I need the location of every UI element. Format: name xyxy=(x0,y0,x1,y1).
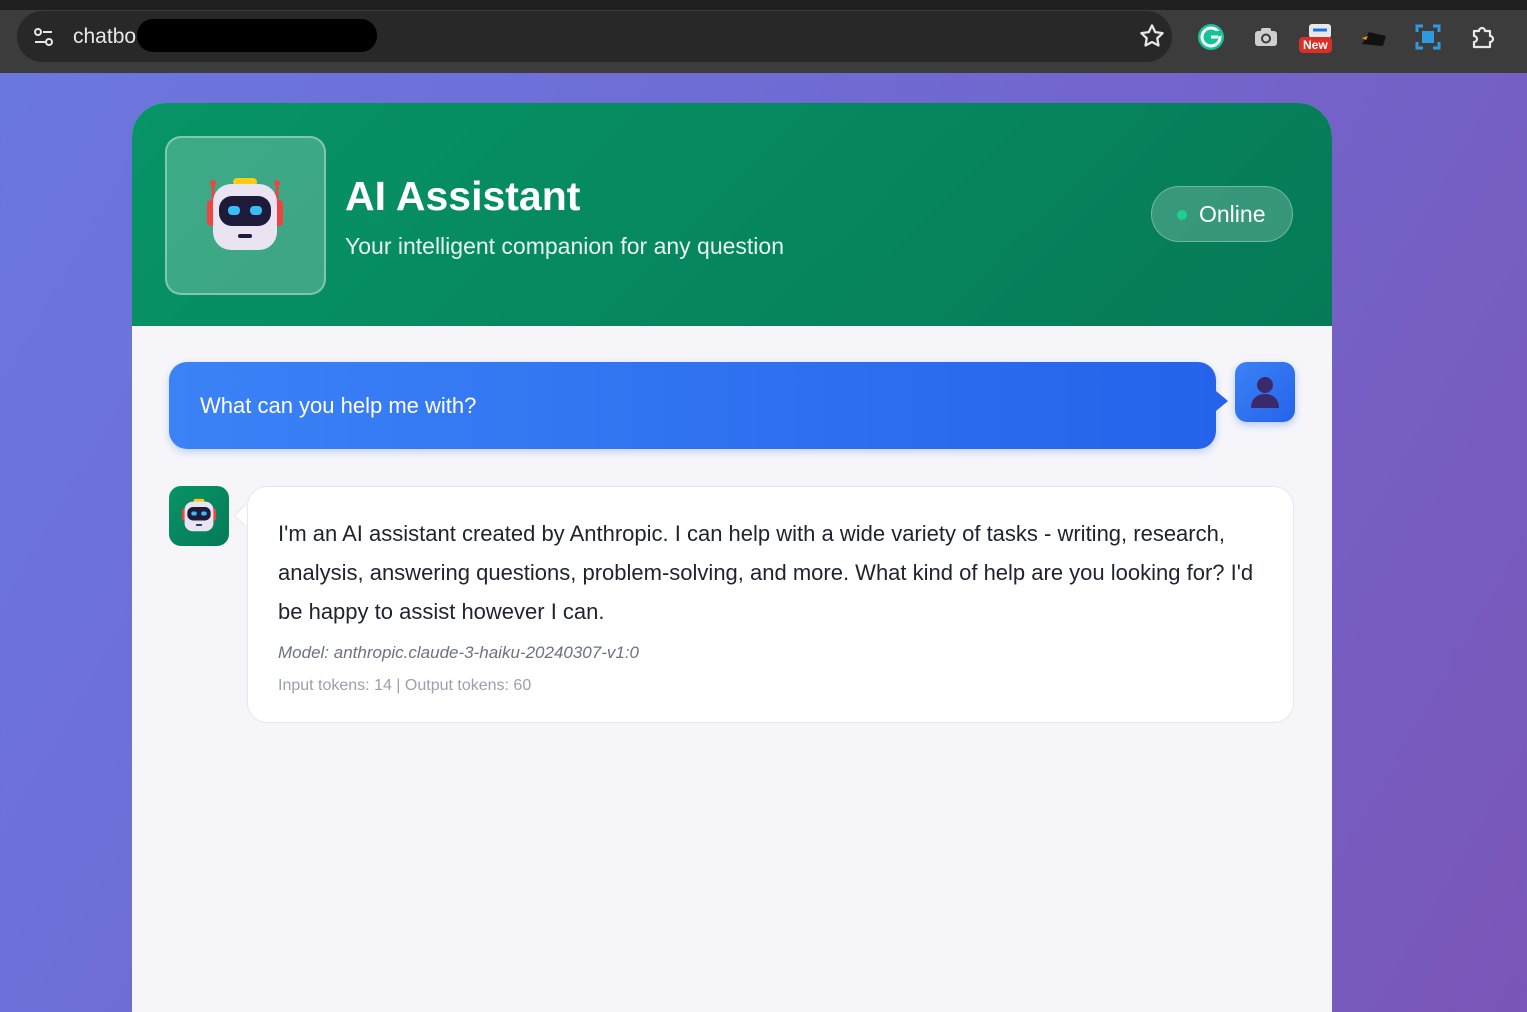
bookmark-star-icon[interactable] xyxy=(1137,21,1167,51)
grammarly-extension-icon[interactable] xyxy=(1196,22,1226,52)
assistant-message-text: I'm an AI assistant created by Anthropic… xyxy=(278,521,1254,624)
token-usage: Input tokens: 14 | Output tokens: 60 xyxy=(278,677,532,694)
screenshot-extension-icon[interactable] xyxy=(1413,22,1443,52)
site-info-icon[interactable] xyxy=(31,24,57,50)
dark-extension-icon[interactable] xyxy=(1359,22,1389,52)
user-avatar xyxy=(1235,362,1295,422)
user-icon xyxy=(1251,377,1279,408)
redacted-url xyxy=(137,19,377,52)
extensions-puzzle-icon[interactable] xyxy=(1468,22,1498,52)
model-info: Model: anthropic.claude-3-haiku-20240307… xyxy=(278,643,640,662)
assistant-message-bubble: I'm an AI assistant created by Anthropic… xyxy=(247,486,1294,723)
chat-header: AI Assistant Your intelligent companion … xyxy=(132,103,1332,326)
user-message-text: What can you help me with? xyxy=(200,393,477,418)
robot-icon xyxy=(207,178,283,250)
browser-toolbar: chatbo New xyxy=(0,0,1527,73)
status-label: Online xyxy=(1199,201,1266,227)
robot-icon xyxy=(181,498,217,532)
user-bubble-tail xyxy=(1216,391,1228,411)
address-bar[interactable]: chatbo xyxy=(17,11,1172,62)
url-text[interactable]: chatbo xyxy=(73,24,136,50)
chat-window: AI Assistant Your intelligent companion … xyxy=(132,103,1332,1012)
camera-extension-icon[interactable] xyxy=(1251,22,1281,52)
user-message-bubble: What can you help me with? xyxy=(169,362,1216,449)
extension-new-icon[interactable]: New xyxy=(1299,22,1335,53)
online-dot-icon xyxy=(1177,210,1187,220)
new-badge: New xyxy=(1299,37,1332,53)
page-title: AI Assistant xyxy=(345,173,581,219)
assistant-avatar xyxy=(169,486,229,546)
tab-strip xyxy=(0,0,1527,10)
bot-logo-tile xyxy=(165,136,326,295)
status-badge: Online xyxy=(1151,186,1293,242)
page-subtitle: Your intelligent companion for any quest… xyxy=(345,233,784,259)
